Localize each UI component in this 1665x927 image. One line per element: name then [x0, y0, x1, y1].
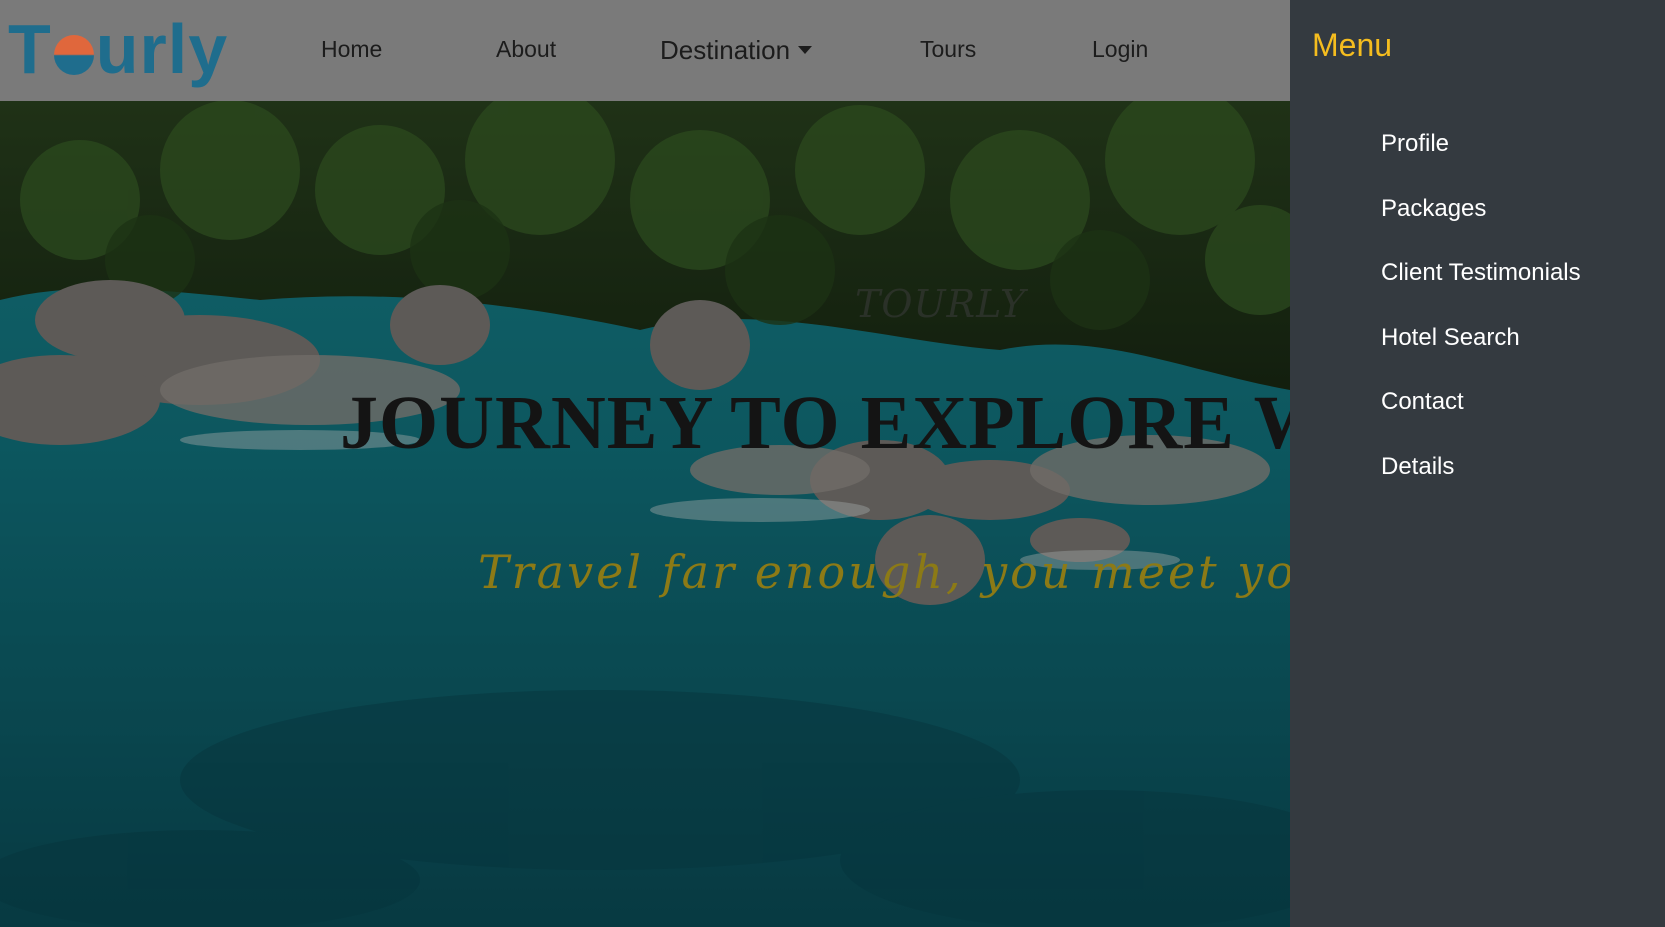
side-menu-item-contact[interactable]: Contact — [1381, 388, 1581, 453]
side-menu-item-profile[interactable]: Profile — [1381, 130, 1581, 195]
nav-about-link[interactable]: About — [496, 36, 556, 63]
hero-headline: JOURNEY TO EXPLORE WO — [340, 381, 1290, 465]
nav-home-link[interactable]: Home — [321, 36, 382, 63]
side-menu-title: Menu — [1312, 27, 1393, 63]
top-navbar: Turly Home About Destination Tours Login — [0, 0, 1290, 101]
side-menu-item-client-testimonials[interactable]: Client Testimonials — [1381, 259, 1581, 324]
nav-destination-dropdown[interactable]: Destination — [660, 35, 813, 66]
logo-suffix: urly — [95, 10, 229, 88]
caret-down-icon — [798, 46, 813, 54]
side-menu-item-packages[interactable]: Packages — [1381, 195, 1581, 260]
brand-logo[interactable]: Turly — [8, 12, 228, 87]
nav-login-link[interactable]: Login — [1092, 36, 1148, 63]
nav-destination-label: Destination — [660, 35, 791, 65]
side-menu-item-hotel-search[interactable]: Hotel Search — [1381, 324, 1581, 389]
side-menu-list: Profile Packages Client Testimonials Hot… — [1381, 130, 1581, 517]
side-menu-item-details[interactable]: Details — [1381, 453, 1581, 518]
logo-prefix: T — [8, 10, 52, 88]
hero-section: TOURLY JOURNEY TO EXPLORE WO Travel far … — [0, 0, 1290, 927]
hero-tagline: Travel far enough, you meet yourself... — [478, 545, 1290, 599]
nav-tours-link[interactable]: Tours — [920, 36, 976, 63]
hero-watermark: TOURLY — [855, 282, 1027, 326]
logo-sun-icon — [53, 35, 94, 75]
side-menu-panel: Menu Profile Packages Client Testimonial… — [1290, 0, 1665, 927]
